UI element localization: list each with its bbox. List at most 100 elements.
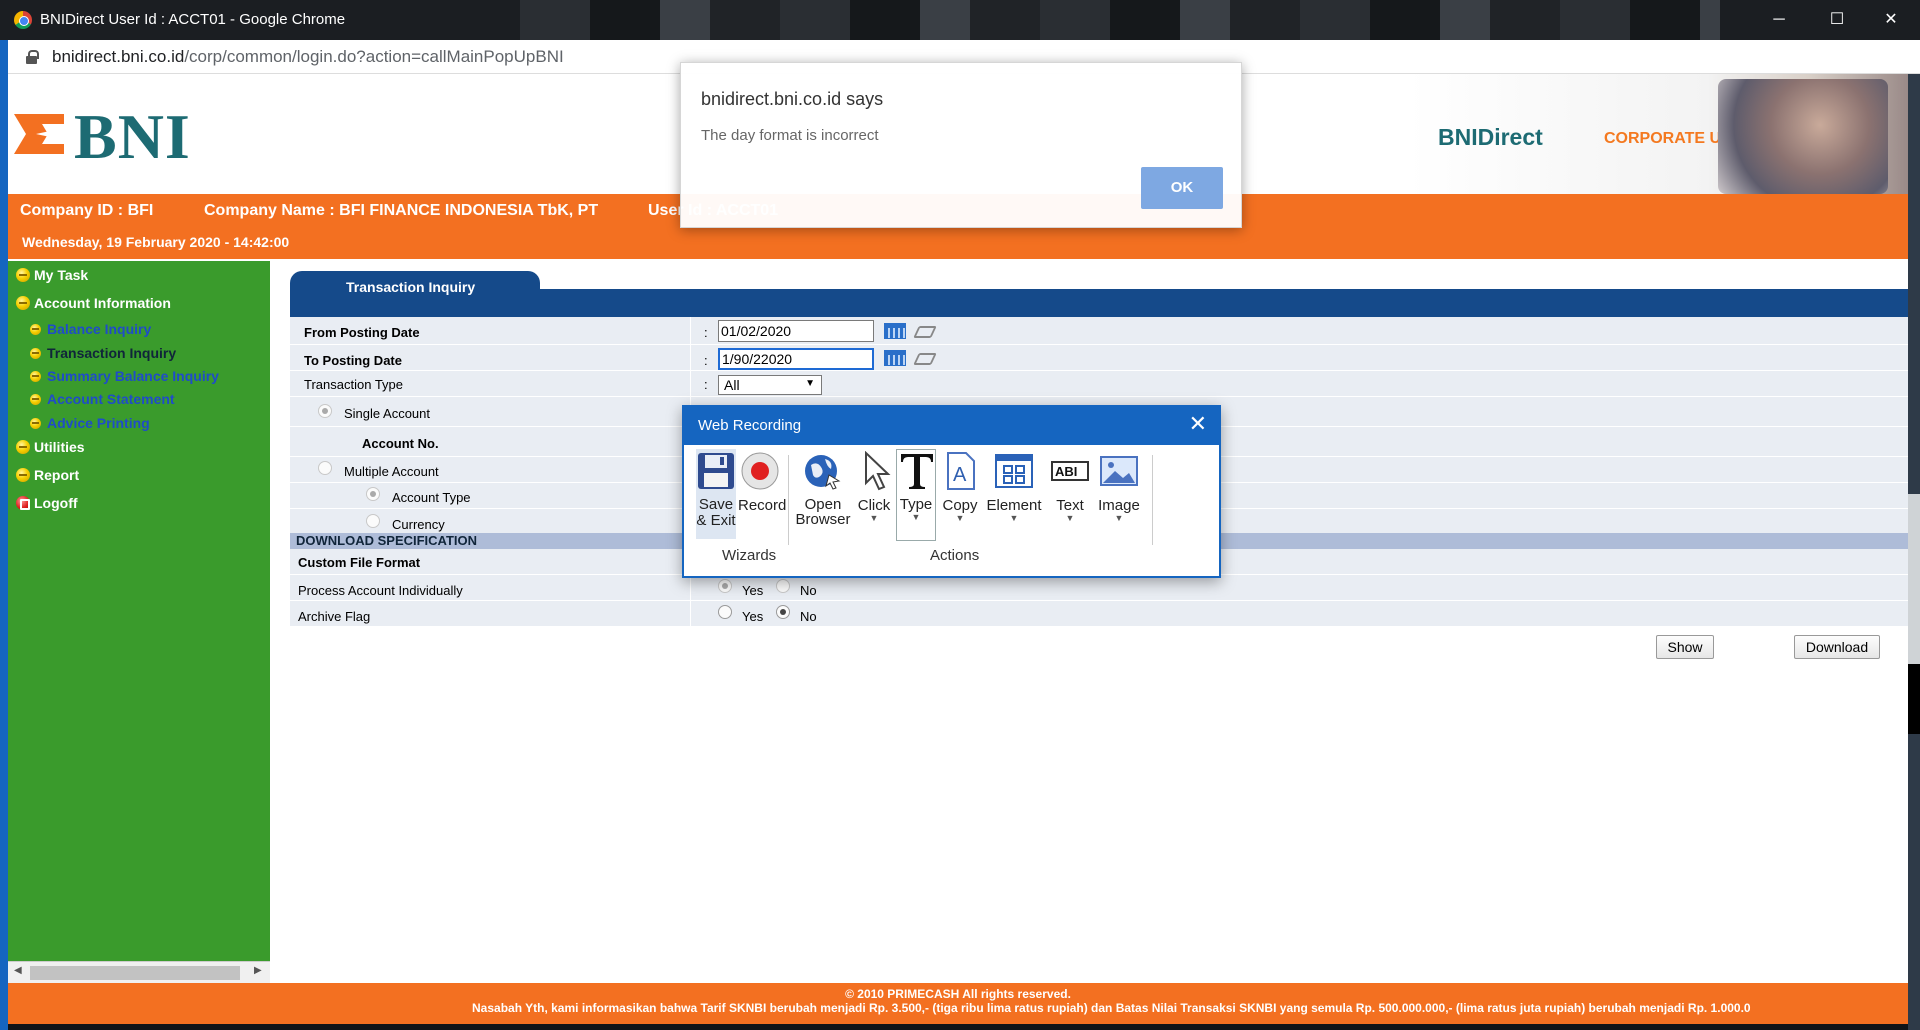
account-type-radio[interactable] — [366, 487, 380, 501]
nav-summary-balance-inquiry[interactable]: Summary Balance Inquiry — [30, 368, 219, 384]
yellow-bullet-icon — [30, 323, 41, 335]
url-path: /corp/common/login.do?action=callMainPop… — [184, 47, 564, 66]
image-label: Image — [1098, 497, 1140, 514]
text-tool[interactable]: ABI Text ▼ — [1048, 451, 1092, 523]
chevron-down-icon[interactable]: ▼ — [984, 514, 1044, 523]
nav-utilities[interactable]: Utilities — [16, 439, 85, 455]
open-browser-label: Open Browser — [795, 496, 851, 528]
nav-advice-printing[interactable]: Advice Printing — [30, 415, 150, 431]
download-button[interactable]: Download — [1794, 635, 1880, 659]
chevron-down-icon[interactable]: ▼ — [940, 514, 980, 523]
chrome-icon — [14, 11, 32, 29]
scroll-right-icon[interactable]: ▶ — [254, 965, 262, 976]
eraser-icon[interactable] — [913, 353, 937, 365]
image-tool[interactable]: Image ▼ — [1094, 451, 1144, 523]
row-divider — [690, 345, 691, 370]
single-account-label: Single Account — [344, 406, 431, 421]
archive-yes-radio[interactable] — [718, 605, 732, 619]
save-exit-tool[interactable]: Save & Exit — [696, 449, 736, 539]
close-window-button[interactable]: ✕ — [1862, 0, 1920, 40]
window-title: BNIDirect User Id : ACCT01 - Google Chro… — [40, 11, 346, 28]
show-button[interactable]: Show — [1656, 635, 1714, 659]
lock-icon[interactable] — [26, 50, 39, 64]
archive-yes-label: Yes — [742, 609, 764, 624]
chevron-down-icon[interactable]: ▼ — [1094, 514, 1144, 523]
multiple-account-label: Multiple Account — [344, 464, 439, 479]
nav-transaction-inquiry[interactable]: Transaction Inquiry — [30, 345, 176, 361]
element-grid-icon — [995, 454, 1033, 488]
text-field-icon: ABI — [1051, 461, 1089, 481]
click-tool[interactable]: Click ▼ — [856, 450, 892, 523]
calendar-icon[interactable] — [884, 350, 906, 366]
nav-account-information[interactable]: Account Information — [16, 295, 171, 311]
scroll-left-icon[interactable]: ◀ — [14, 965, 22, 976]
nav-balance-inquiry[interactable]: Balance Inquiry — [30, 321, 151, 337]
close-icon[interactable]: ✕ — [1189, 413, 1207, 435]
nav-transaction-inquiry-label: Transaction Inquiry — [47, 345, 177, 361]
corporate-banner: BNIDirect CORPORATE USER — [1408, 74, 1908, 194]
record-tool[interactable]: Record — [738, 451, 786, 514]
copy-tool[interactable]: A Copy ▼ — [940, 451, 980, 523]
yellow-bullet-icon — [30, 347, 41, 359]
type-tool[interactable]: Type ▼ — [896, 449, 936, 541]
yellow-bullet-icon — [30, 370, 41, 382]
url-text[interactable]: bnidirect.bni.co.id/corp/common/login.do… — [52, 47, 564, 67]
yellow-bullet-icon — [30, 393, 41, 405]
process-no-radio[interactable] — [776, 579, 790, 593]
chevron-down-icon[interactable]: ▼ — [897, 513, 935, 522]
single-account-radio[interactable] — [318, 404, 332, 418]
nav-my-task[interactable]: My Task — [16, 267, 88, 283]
scrollbar-thumb[interactable] — [30, 966, 240, 980]
nav-report-label: Report — [34, 467, 80, 483]
wizards-group-label: Wizards — [722, 547, 777, 564]
alert-dialog: bnidirect.bni.co.id says The day format … — [680, 62, 1242, 228]
multiple-account-radio[interactable] — [318, 461, 332, 475]
calendar-icon[interactable] — [884, 323, 906, 339]
nav-report[interactable]: Report — [16, 467, 79, 483]
to-posting-date-input[interactable] — [718, 348, 874, 370]
cursor-icon — [865, 450, 891, 491]
row-archive-flag: Archive Flag Yes No — [290, 601, 1910, 627]
chevron-down-icon[interactable]: ▼ — [1048, 514, 1092, 523]
alert-ok-button[interactable]: OK — [1141, 167, 1223, 209]
row-divider — [690, 575, 691, 600]
alert-message: The day format is incorrect — [701, 127, 879, 144]
currency-radio[interactable] — [366, 514, 380, 528]
row-process-individually: Process Account Individually Yes No — [290, 575, 1910, 601]
open-browser-tool[interactable]: Open Browser — [794, 451, 852, 527]
sidebar-horizontal-scrollbar[interactable]: ◀ ▶ — [8, 961, 270, 983]
page-footer: © 2010 PRIMECASH All rights reserved. Na… — [8, 983, 1908, 1024]
element-tool[interactable]: Element ▼ — [984, 451, 1044, 523]
yellow-bullet-icon — [30, 417, 41, 429]
archive-flag-label: Archive Flag — [298, 609, 371, 624]
tab-transaction-inquiry[interactable]: Transaction Inquiry — [290, 271, 540, 303]
row-divider — [690, 601, 691, 626]
row-from-posting-date: From Posting Date : — [290, 317, 1910, 345]
eraser-icon[interactable] — [913, 326, 937, 338]
process-yes-radio[interactable] — [718, 579, 732, 593]
minimize-button[interactable]: ─ — [1750, 0, 1808, 40]
image-picture-icon — [1100, 456, 1138, 486]
bni-logo: BNI — [14, 101, 204, 172]
current-datetime: Wednesday, 19 February 2020 - 14:42:00 — [22, 234, 290, 250]
globe-icon — [805, 455, 841, 490]
alert-title: bnidirect.bni.co.id says — [701, 89, 884, 109]
to-posting-date-label: To Posting Date — [304, 353, 402, 368]
web-recording-panel: Web Recording ✕ Save & Exit Record Wizar… — [682, 405, 1221, 578]
nav-account-statement[interactable]: Account Statement — [30, 391, 175, 407]
background-window-edge — [1908, 74, 1920, 1030]
nav-account-information-label: Account Information — [34, 295, 171, 311]
main-panel: Transaction Inquiry From Posting Date : … — [280, 261, 1910, 961]
nav-balance-inquiry-label: Balance Inquiry — [47, 321, 152, 337]
from-posting-date-input[interactable] — [718, 320, 874, 342]
archive-no-radio[interactable] — [776, 605, 790, 619]
record-icon — [741, 452, 779, 490]
banner-title: BNIDirect — [1438, 124, 1543, 150]
title-bar-background — [520, 0, 1720, 40]
nav-logoff[interactable]: Logoff — [16, 495, 78, 511]
element-label: Element — [986, 497, 1042, 514]
web-recording-title: Web Recording — [698, 417, 802, 434]
transaction-type-select[interactable]: All — [718, 375, 822, 395]
maximize-button[interactable]: ☐ — [1808, 0, 1866, 40]
chevron-down-icon[interactable]: ▼ — [856, 514, 892, 523]
